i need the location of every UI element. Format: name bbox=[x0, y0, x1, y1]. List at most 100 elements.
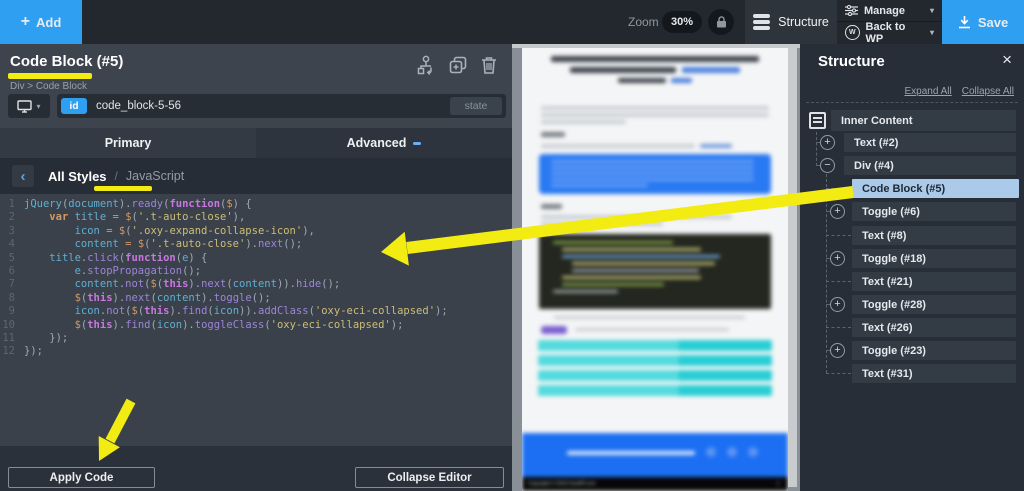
back-to-wp-button[interactable]: W Back to WP ▾ bbox=[837, 21, 942, 43]
preview-toggle-bar bbox=[538, 355, 772, 366]
preview-toggle-bar bbox=[538, 340, 772, 351]
state-button[interactable]: state bbox=[450, 97, 502, 115]
expand-icon[interactable]: + bbox=[830, 297, 845, 312]
add-button-label: Add bbox=[36, 15, 61, 30]
structure-item-text-2[interactable]: Text (#2) bbox=[844, 133, 1016, 152]
line-number: 12 bbox=[0, 345, 15, 358]
line-number: 4 bbox=[0, 238, 15, 251]
plus-icon: + bbox=[21, 14, 30, 30]
code-editor[interactable]: 1jQuery(document).ready(function($) {2 v… bbox=[0, 194, 512, 446]
code-line[interactable]: 2 var title = $('.t-auto-close'), bbox=[0, 211, 512, 224]
element-title: Code Block (#5) bbox=[10, 53, 123, 70]
manage-backtowp-group: Manage ▾ W Back to WP ▾ bbox=[837, 0, 942, 44]
code-line[interactable]: 8 $(this).next(content).toggle(); bbox=[0, 292, 512, 305]
collapse-editor-button[interactable]: Collapse Editor bbox=[355, 467, 504, 488]
duplicate-icon[interactable] bbox=[448, 55, 468, 75]
structure-item-code-block-5[interactable]: Code Block (#5) bbox=[852, 179, 1019, 198]
back-button[interactable]: ‹ bbox=[12, 165, 34, 187]
line-number: 9 bbox=[0, 305, 15, 318]
preview-title-line bbox=[551, 56, 758, 62]
tab-advanced-label: Advanced bbox=[347, 136, 407, 150]
preview-toggle-bar bbox=[538, 370, 772, 381]
code-line[interactable]: 6 e.stopPropagation(); bbox=[0, 265, 512, 278]
trash-icon[interactable] bbox=[480, 55, 498, 75]
code-line[interactable]: 1jQuery(document).ready(function($) { bbox=[0, 198, 512, 211]
expand-icon[interactable]: + bbox=[830, 204, 845, 219]
line-number: 11 bbox=[0, 332, 15, 345]
structure-item-label: Inner Content bbox=[831, 115, 913, 127]
collapse-icon[interactable]: − bbox=[820, 158, 835, 173]
apply-code-button[interactable]: Apply Code bbox=[8, 467, 155, 488]
structure-item-toggle-23[interactable]: Toggle (#23) bbox=[852, 341, 1016, 360]
all-styles-link[interactable]: All Styles bbox=[48, 169, 107, 184]
structure-item-text-8[interactable]: Text (#8) bbox=[852, 226, 1016, 245]
tree-guide bbox=[816, 132, 817, 166]
structure-item-div-4[interactable]: Div (#4) bbox=[844, 156, 1016, 175]
structure-item-toggle-28[interactable]: Toggle (#28) bbox=[852, 295, 1016, 314]
add-button[interactable]: + Add bbox=[0, 0, 82, 44]
structure-item-label: Text (#26) bbox=[852, 322, 913, 334]
structure-item-text-31[interactable]: Text (#31) bbox=[852, 364, 1016, 383]
code-text: jQuery(document).ready(function($) { bbox=[24, 198, 252, 211]
code-line[interactable]: 4 content = $('.t-auto-close').next(); bbox=[0, 238, 512, 251]
preview-copyright-bar: Copyright © 2018 OxyWP.com ↑ bbox=[522, 477, 788, 491]
breadcrumb[interactable]: Div > Code Block bbox=[10, 81, 87, 92]
styles-breadcrumb-bar: ‹ All Styles / JavaScript bbox=[0, 158, 512, 194]
scroll-to-top-icon[interactable]: ↑ bbox=[776, 479, 780, 488]
tree-guide bbox=[826, 373, 851, 374]
structure-toolbar-button[interactable]: Structure bbox=[745, 0, 837, 44]
expand-icon[interactable]: + bbox=[830, 251, 845, 266]
structure-item-text-26[interactable]: Text (#26) bbox=[852, 318, 1016, 337]
tab-advanced[interactable]: Advanced bbox=[256, 128, 512, 158]
code-text: content.not($(this).next(content)).hide(… bbox=[24, 278, 340, 291]
structure-item-inner-content[interactable]: Inner Content bbox=[831, 110, 1016, 131]
chevron-down-icon: ▾ bbox=[36, 102, 40, 111]
manage-button[interactable]: Manage ▾ bbox=[837, 0, 942, 21]
line-number: 6 bbox=[0, 265, 15, 278]
preview-title-link bbox=[682, 67, 741, 73]
preview-paragraph-line bbox=[541, 120, 626, 124]
tab-primary[interactable]: Primary bbox=[0, 128, 256, 158]
preview-notice-box bbox=[539, 154, 770, 194]
preview-note-badge bbox=[541, 326, 568, 334]
preview-paragraph-line bbox=[541, 106, 770, 110]
preview-scrollbar-vertical[interactable] bbox=[788, 48, 797, 487]
line-number: 7 bbox=[0, 278, 15, 291]
line-number: 10 bbox=[0, 319, 15, 332]
lock-button[interactable] bbox=[708, 9, 734, 35]
structure-item-toggle-6[interactable]: Toggle (#6) bbox=[852, 202, 1016, 221]
code-line[interactable]: 5 title.click(function(e) { bbox=[0, 252, 512, 265]
preview-blurred-content: Copyright © 2018 OxyWP.com ↑ bbox=[522, 48, 788, 491]
manage-label: Manage bbox=[864, 5, 905, 17]
code-line[interactable]: 7 content.not($(this).next(content)).hid… bbox=[0, 278, 512, 291]
download-icon bbox=[958, 16, 971, 29]
page-preview[interactable]: Copyright © 2018 OxyWP.com ↑ bbox=[512, 44, 800, 491]
code-editor-lines: 1jQuery(document).ready(function($) {2 v… bbox=[0, 198, 512, 359]
code-text: content = $('.t-auto-close').next(); bbox=[24, 238, 302, 251]
tab-primary-label: Primary bbox=[105, 136, 152, 150]
element-id-field[interactable]: id code_block-5-56 state bbox=[57, 94, 506, 118]
code-line[interactable]: 12}); bbox=[0, 345, 512, 358]
zoom-value[interactable]: 30% bbox=[662, 11, 702, 33]
code-text: title.click(function(e) { bbox=[24, 252, 207, 265]
code-text: $(this).next(content).toggle(); bbox=[24, 292, 271, 305]
code-text: }); bbox=[24, 332, 68, 345]
structure-item-text-21[interactable]: Text (#21) bbox=[852, 272, 1016, 291]
structure-item-label: Text (#2) bbox=[844, 137, 898, 149]
javascript-section-label[interactable]: JavaScript bbox=[126, 169, 184, 183]
tree-guide bbox=[826, 174, 827, 373]
structure-item-toggle-18[interactable]: Toggle (#18) bbox=[852, 249, 1016, 268]
code-line[interactable]: 9 icon.not($(this).find(icon)).addClass(… bbox=[0, 305, 512, 318]
nesting-icon[interactable] bbox=[416, 55, 436, 75]
expand-icon[interactable]: + bbox=[830, 343, 845, 358]
monitor-icon bbox=[17, 100, 32, 113]
code-line[interactable]: 10 $(this).find(icon).toggleClass('oxy-e… bbox=[0, 319, 512, 332]
id-value[interactable]: code_block-5-56 bbox=[96, 100, 450, 112]
code-line[interactable]: 11 }); bbox=[0, 332, 512, 345]
preview-paragraph-line bbox=[541, 113, 770, 117]
device-selector[interactable]: ▾ bbox=[8, 94, 50, 118]
save-button[interactable]: Save bbox=[942, 0, 1024, 44]
preview-paragraph-line bbox=[541, 215, 733, 219]
code-line[interactable]: 3 icon = $('.oxy-expand-collapse-icon'), bbox=[0, 225, 512, 238]
expand-icon[interactable]: + bbox=[820, 135, 835, 150]
